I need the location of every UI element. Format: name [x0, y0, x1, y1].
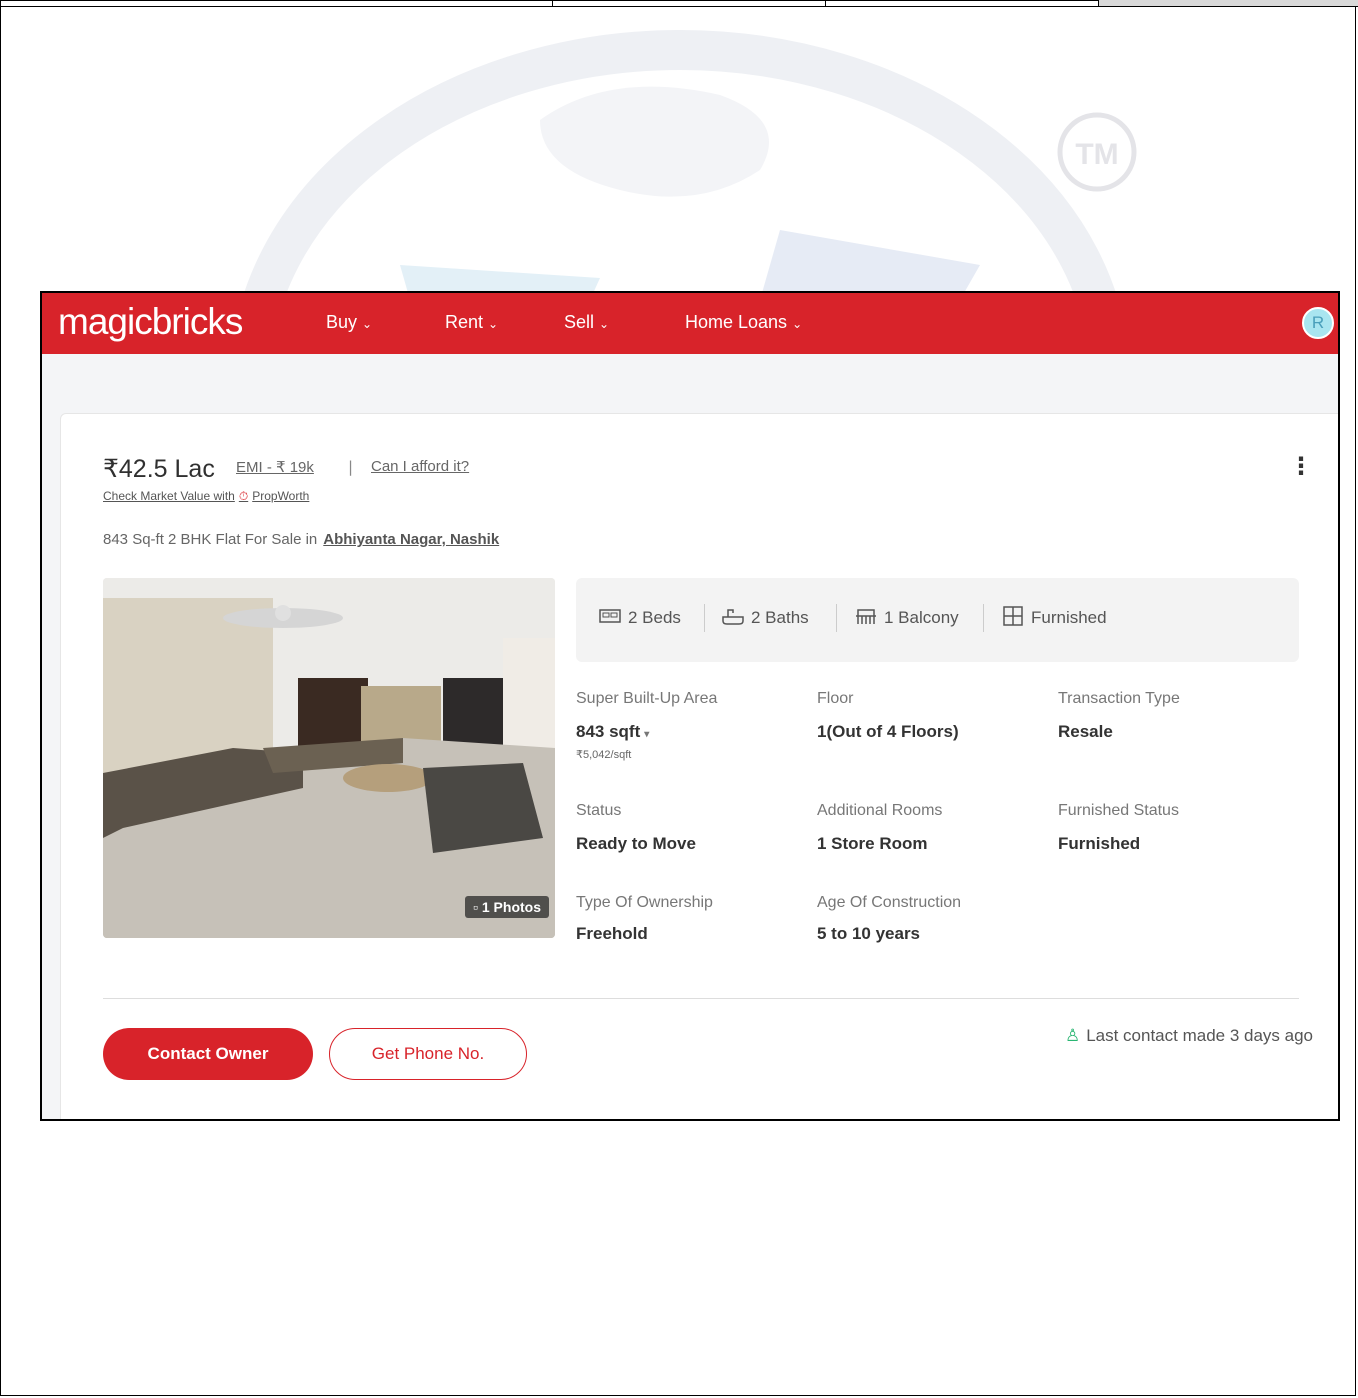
amenity-balcony-label: 1 Balcony: [884, 608, 959, 627]
card-divider: [103, 998, 1299, 999]
user-icon: ♙: [1064, 1026, 1081, 1045]
photo-count-text: 1 Photos: [481, 899, 541, 915]
detail-value: 5 to 10 years: [817, 924, 921, 943]
detail-value: 1 Store Room: [817, 834, 928, 853]
more-options-icon[interactable]: ⋮: [1289, 452, 1313, 480]
detail-label: Furnished Status: [1058, 802, 1179, 819]
detail-value: Ready to Move: [576, 834, 696, 853]
property-photo[interactable]: ▫ 1 Photos: [103, 578, 555, 938]
chevron-down-icon: ⌄: [362, 317, 373, 331]
contact-owner-button[interactable]: Contact Owner: [103, 1028, 313, 1080]
balcony-icon: [856, 609, 876, 624]
detail-label: Additional Rooms: [817, 802, 943, 819]
nav-home-loans-label: Home Loans: [685, 312, 788, 332]
last-contact-text: Last contact made 3 days ago: [1086, 1026, 1313, 1045]
amenity-divider: [836, 604, 837, 632]
location-link[interactable]: Abhiyanta Nagar, Nashik: [323, 531, 499, 548]
propworth-text: PropWorth: [252, 489, 310, 503]
chevron-down-icon: ⌄: [599, 317, 610, 331]
amenity-balcony: 1 Balcony: [854, 606, 959, 628]
detail-label: Super Built-Up Area: [576, 690, 718, 707]
amenity-furnished-label: Furnished: [1031, 608, 1107, 627]
user-avatar[interactable]: R: [1302, 307, 1334, 339]
price-per-sqft: ₹5,042/sqft: [576, 749, 632, 761]
nav-buy-label: Buy: [326, 312, 358, 332]
bath-icon: [722, 609, 744, 625]
photo-count-badge[interactable]: ▫ 1 Photos: [465, 896, 549, 918]
magicbricks-logo[interactable]: magicbricks: [58, 301, 243, 343]
chevron-down-icon: ⌄: [488, 317, 499, 331]
detail-value: Furnished: [1058, 834, 1141, 853]
subtitle-text: 843 Sq-ft 2 BHK Flat For Sale in: [103, 531, 318, 548]
detail-label: Status: [576, 802, 622, 819]
market-value-text: Check Market Value with: [103, 489, 235, 503]
chevron-down-icon[interactable]: ▾: [644, 729, 649, 740]
detail-label: Floor: [817, 690, 854, 707]
detail-label: Type Of Ownership: [576, 894, 713, 911]
emi-link[interactable]: EMI - ₹ 19k: [236, 458, 314, 476]
detail-label: Transaction Type: [1058, 690, 1180, 707]
last-contact-info: ♙ Last contact made 3 days ago: [1065, 1026, 1313, 1046]
nav-rent[interactable]: Rent ⌄: [445, 312, 498, 333]
trademark-text: TM: [1075, 138, 1118, 171]
link-separator: |: [348, 458, 354, 476]
amenity-beds-label: 2 Beds: [628, 608, 681, 627]
top-navbar: magicbricks Buy ⌄ Rent ⌄ Sell ⌄ Home Loans ⌄…: [42, 293, 1338, 354]
nav-buy[interactable]: Buy ⌄: [326, 312, 372, 333]
detail-value: 1(Out of 4 Floors): [817, 722, 959, 741]
nav-rent-label: Rent: [445, 312, 484, 332]
afford-link[interactable]: Can I afford it?: [371, 458, 469, 475]
bed-icon: [599, 609, 621, 623]
amenity-furnished: Furnished: [1001, 606, 1107, 628]
market-value-link[interactable]: Check Market Value with ⏱ PropWorth: [103, 489, 309, 504]
propworth-icon: ⏱: [238, 489, 249, 503]
detail-label: Age Of Construction: [817, 894, 962, 911]
amenities-bar: 2 Beds 2 Baths 1 Balcony Furnished: [576, 578, 1299, 662]
nav-sell[interactable]: Sell ⌄: [564, 312, 609, 333]
amenity-divider: [983, 604, 984, 632]
listing-screenshot: magicbricks Buy ⌄ Rent ⌄ Sell ⌄ Home Loans ⌄…: [40, 291, 1340, 1121]
detail-value: 843 sqft ▾: [576, 722, 649, 742]
watermark-graphic: TM: [241, 30, 1137, 300]
detail-value: Freehold: [576, 924, 648, 943]
property-subtitle: 843 Sq-ft 2 BHK Flat For Sale in Abhiyant…: [103, 531, 499, 548]
area-value: 843 sqft: [576, 722, 641, 741]
nav-home-loans[interactable]: Home Loans ⌄: [685, 312, 802, 333]
amenity-baths-label: 2 Baths: [751, 608, 809, 627]
room-photo-graphic: [103, 578, 555, 938]
amenity-baths: 2 Baths: [721, 606, 809, 628]
property-price: ₹42.5 Lac: [103, 455, 215, 483]
nav-sell-label: Sell: [564, 312, 595, 332]
image-icon: ▫: [473, 899, 482, 915]
detail-value: Resale: [1058, 722, 1113, 741]
property-card: ₹42.5 Lac EMI - ₹ 19k | Can I afford it?…: [60, 413, 1338, 1119]
amenity-divider: [704, 604, 705, 632]
amenity-beds: 2 Beds: [598, 606, 681, 628]
chevron-down-icon: ⌄: [792, 317, 803, 331]
get-phone-button[interactable]: Get Phone No.: [329, 1028, 527, 1080]
furnished-icon: [1003, 606, 1023, 626]
